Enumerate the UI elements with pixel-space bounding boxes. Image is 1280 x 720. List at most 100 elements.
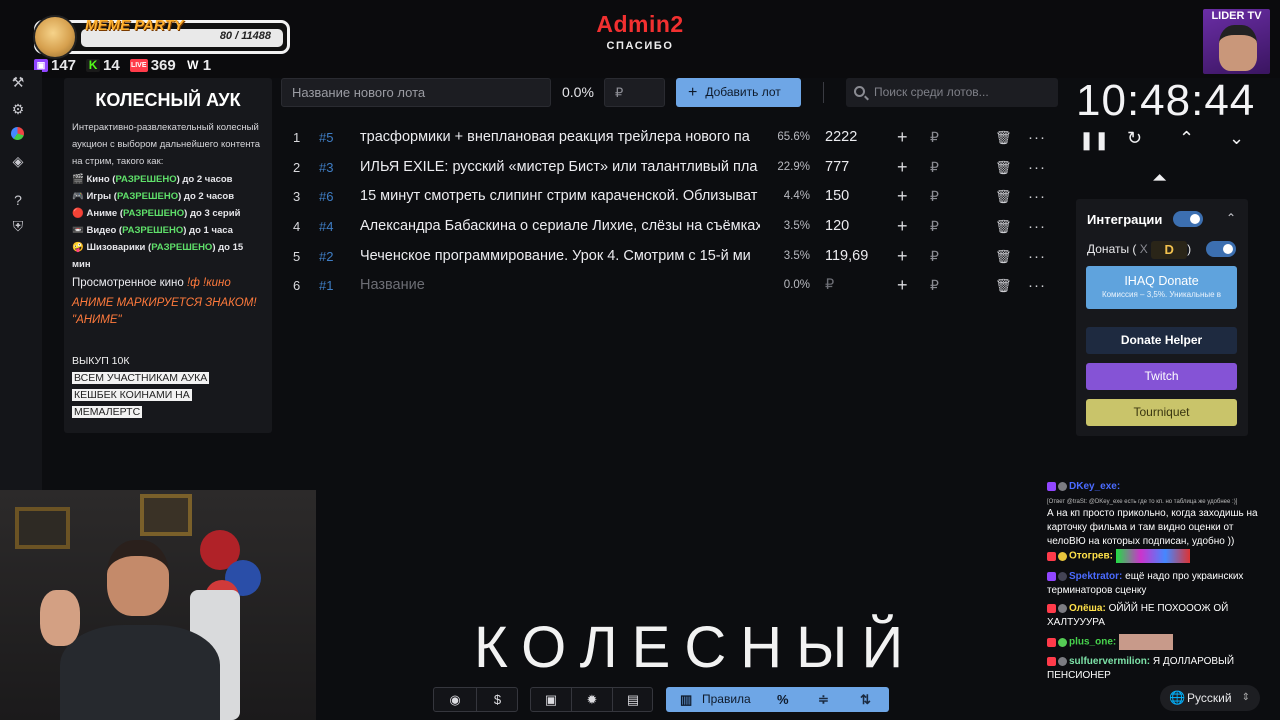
donate-helper-button[interactable]: Donate Helper: [1086, 327, 1237, 354]
lot-name[interactable]: 15 минут смотреть слипинг стрим караченс…: [360, 182, 760, 212]
vkplay-badge-icon: [1047, 656, 1056, 666]
lot-name[interactable]: трасформики + внеплановая реакция трейле…: [360, 123, 760, 153]
streamer-hand: [40, 590, 80, 646]
trash-icon[interactable]: 🗑: [995, 242, 1012, 272]
lot-name[interactable]: Чеченское программирование. Урок 4. Смот…: [360, 242, 760, 272]
amount-input[interactable]: ₽: [930, 242, 939, 272]
settings-gear-icon[interactable]: ⚙: [10, 101, 26, 117]
split-icon[interactable]: ≑: [818, 687, 829, 712]
trash-icon[interactable]: 🗑: [995, 182, 1012, 212]
add-amount-button[interactable]: +: [897, 271, 908, 301]
wheel-icon[interactable]: [11, 127, 24, 140]
lot-percent: 65.6%: [777, 131, 810, 143]
content-types-list: 🎬 Кино (РАЗРЕШЕНО) до 2 часов 🎮 Игры (РА…: [72, 171, 264, 273]
clear-list-icon[interactable]: ▤: [613, 688, 653, 711]
amount-input[interactable]: ₽: [930, 212, 939, 242]
more-options-icon[interactable]: ···: [1028, 212, 1046, 242]
integrations-panel: Интеграции ⌃ Донаты ( X D) IHAQ Donate К…: [1076, 199, 1248, 436]
lot-amount[interactable]: 119,69: [825, 242, 868, 272]
bug-icon[interactable]: ✹: [572, 688, 612, 711]
add-amount-button[interactable]: +: [897, 212, 908, 242]
more-options-icon[interactable]: ···: [1028, 182, 1046, 212]
percent-icon[interactable]: %: [777, 687, 789, 712]
lot-amount[interactable]: 777: [825, 153, 849, 183]
stat-value: 1: [202, 57, 212, 74]
lot-name-input[interactable]: Название: [360, 271, 760, 301]
add-lot-button[interactable]: + Добавить лот: [676, 78, 801, 107]
lot-name[interactable]: ИЛЬЯ EXILE: русский «мистер Бист» или та…: [360, 153, 760, 183]
trash-icon[interactable]: 🗑: [995, 153, 1012, 183]
reset-icon[interactable]: ↻: [1127, 128, 1142, 149]
globe-icon: 🌐: [1169, 690, 1186, 705]
lot-amount[interactable]: 2222: [825, 123, 857, 153]
user-badge-icon: [1058, 571, 1067, 581]
new-lot-name-input[interactable]: Название нового лота: [281, 78, 551, 107]
twitch-button[interactable]: Twitch: [1086, 363, 1237, 390]
more-options-icon[interactable]: ···: [1028, 123, 1046, 153]
lider-tv-logo: LIDER TV: [1203, 9, 1270, 74]
table-row: 6 #1 Название 0.0% ₽ + ₽ 🗑 ···: [281, 271, 1061, 301]
github-icon[interactable]: ◉: [434, 688, 476, 711]
lot-amount-input[interactable]: ₽: [825, 271, 834, 301]
book-icon: ▥: [680, 692, 693, 707]
amount-input[interactable]: ₽: [930, 153, 939, 183]
donations-toggle[interactable]: [1206, 241, 1236, 257]
lot-percent: 0.0%: [783, 279, 810, 292]
sort-icon[interactable]: ⇅: [860, 687, 871, 712]
layers-icon[interactable]: ◈: [10, 153, 26, 169]
lot-id: #6: [319, 189, 334, 205]
help-icon[interactable]: ?: [10, 192, 26, 208]
lot-amount[interactable]: 150: [825, 182, 849, 212]
pause-icon[interactable]: ❚❚: [1079, 130, 1109, 151]
dollar-icon[interactable]: $: [477, 688, 518, 711]
lot-amount[interactable]: 120: [825, 212, 849, 242]
list-item: 🎮 Игры (РАЗРЕШЕНО) до 2 часов: [72, 191, 235, 202]
emote-images: [1115, 549, 1190, 563]
chevron-up-icon[interactable]: ⌃: [1226, 211, 1236, 225]
chevron-down-icon[interactable]: ⌄: [1229, 128, 1244, 149]
list-item: 🎬 Кино (РАЗРЕШЕНО) до 2 часов: [72, 174, 233, 185]
rules-button[interactable]: Правила: [702, 687, 751, 712]
chevron-up-icon[interactable]: ⌃: [1179, 128, 1194, 149]
add-amount-button[interactable]: +: [897, 153, 908, 183]
new-lot-amount-input[interactable]: ₽: [604, 78, 665, 107]
trash-icon[interactable]: 🗑: [995, 123, 1012, 153]
viewer-stats: ▣ 147 K 14 LIVE 369 W 1: [34, 57, 211, 74]
lot-name[interactable]: Александра Бабаскина о сериале Лихие, сл…: [360, 212, 760, 242]
add-amount-button[interactable]: +: [897, 182, 908, 212]
big-caption: КОЛЕСНЫЙ: [474, 615, 918, 680]
more-options-icon[interactable]: ···: [1028, 271, 1046, 301]
trash-icon[interactable]: 🗑: [995, 271, 1012, 301]
chat-message: DKey_exe:: [1047, 480, 1259, 494]
integrations-toggle[interactable]: [1173, 211, 1203, 227]
lot-search-input[interactable]: Поиск среди лотов...: [846, 78, 1058, 107]
stat-kick: K 14: [86, 57, 120, 74]
ihaq-donate-button[interactable]: IHAQ Donate Комиссия – 3,5%. Уникальные …: [1086, 266, 1237, 309]
divider: [823, 82, 824, 103]
shield-icon[interactable]: ⛨: [10, 218, 26, 234]
collapse-up-icon[interactable]: ⏶: [1153, 170, 1166, 188]
amount-input[interactable]: ₽: [930, 271, 939, 301]
language-select[interactable]: 🌐 Русский ⇕: [1160, 685, 1260, 711]
amount-input[interactable]: ₽: [930, 182, 939, 212]
add-amount-button[interactable]: +: [897, 242, 908, 272]
amount-input[interactable]: ₽: [930, 123, 939, 153]
archive-icon[interactable]: ▣: [531, 688, 571, 711]
lots-table: 1 #5 трасформики + внеплановая реакция т…: [281, 123, 1061, 301]
list-item: 🔴 Аниме (РАЗРЕШЕНО) до 3 серий: [72, 208, 241, 219]
vkplay-badge-icon: [1047, 637, 1056, 647]
picture-frame: [140, 494, 192, 536]
chat-panel: DKey_exe: [Ответ @traSt: @DKey_exe есть …: [1042, 474, 1262, 688]
donor-name: Admin2: [596, 11, 684, 37]
add-amount-button[interactable]: +: [897, 123, 908, 153]
rules-info-panel: КОЛЕСНЫЙ АУК Интерактивно-развлекательны…: [64, 78, 272, 433]
more-options-icon[interactable]: ···: [1028, 153, 1046, 183]
trash-icon[interactable]: 🗑: [995, 212, 1012, 242]
stat-value: 147: [51, 57, 77, 74]
tourniquet-button[interactable]: Tourniquet: [1086, 399, 1237, 426]
more-options-icon[interactable]: ···: [1028, 242, 1046, 272]
auction-hammer-icon[interactable]: ⚒: [10, 74, 26, 90]
user-badge-icon: [1058, 481, 1067, 491]
vkplay-badge-icon: [1047, 551, 1056, 561]
app-sidebar: ⚒ ⚙ ◈ ? ⛨: [0, 70, 42, 490]
